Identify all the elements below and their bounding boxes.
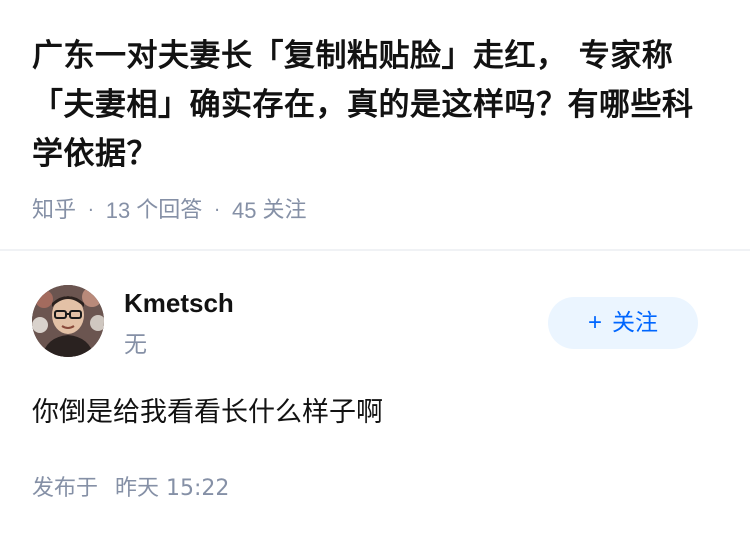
follow-button[interactable]: + 关注: [548, 297, 698, 349]
meta-separator: ·: [88, 200, 94, 221]
answer-timestamp: 发布于 昨天 15:22: [32, 473, 229, 505]
source-label[interactable]: 知乎: [32, 196, 76, 226]
question-meta: 知乎 · 13 个回答 · 45 关注: [32, 196, 306, 226]
meta-separator: ·: [214, 200, 220, 221]
question-title[interactable]: 广东一对夫妻长「复制粘贴脸」走红， 专家称「夫妻相」确实存在，真的是这样吗？有哪…: [32, 32, 712, 179]
author-headline: 无: [124, 332, 147, 358]
follower-count: 45: [231, 198, 257, 223]
time-value: 昨天 15:22: [115, 476, 230, 501]
author-avatar[interactable]: [32, 285, 104, 357]
question-header: 广东一对夫妻长「复制粘贴脸」走红， 专家称「夫妻相」确实存在，真的是这样吗？有哪…: [0, 0, 750, 249]
answer-card: Kmetsch 无 + 关注 你倒是给我看看长什么样子啊 发布于 昨天 15:22: [0, 251, 750, 540]
follower-count-label: 关注: [262, 198, 307, 223]
answer-content[interactable]: 你倒是给我看看长什么样子啊: [32, 394, 383, 432]
user-avatar-photo-icon: [32, 285, 104, 357]
answer-count-label: 个回答: [136, 198, 203, 223]
zhihu-page: 广东一对夫妻长「复制粘贴脸」走红， 专家称「夫妻相」确实存在，真的是这样吗？有哪…: [0, 0, 750, 540]
plus-icon: +: [587, 309, 602, 336]
author-name[interactable]: Kmetsch: [124, 285, 234, 321]
time-prefix: 发布于: [32, 476, 99, 501]
follow-button-label: 关注: [612, 310, 658, 336]
answer-count: 13: [105, 198, 131, 223]
